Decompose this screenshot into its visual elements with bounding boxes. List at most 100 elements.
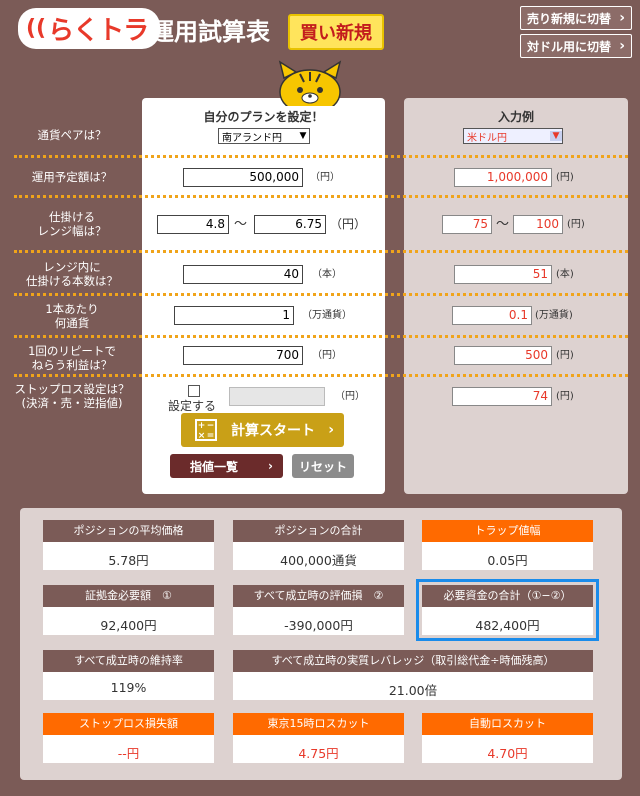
row-divider [14,293,628,296]
stoploss-unit: （円） [335,391,365,402]
result-stoploss-loss: ストップロス損失額 --円 [43,713,214,763]
result-maintenance: すべて成立時の維持率 119% [43,650,214,700]
profit-input[interactable]: 700 [183,346,303,365]
row-divider [14,195,628,198]
result-margin-value: 92,400円 [100,618,157,633]
question-profit-line2: ねらう利益は？ [31,358,113,372]
example-per-order: 0.1 [452,306,532,325]
example-count: 51 [454,265,552,284]
range-unit: （円） [330,217,367,231]
question-stoploss: ストップロス設定は？ (決済・売・逆指値) [8,382,136,410]
mode-badge: 買い新規 [288,14,384,50]
currency-pair-value: 南アランド円 [222,132,282,144]
switch-sell-button[interactable]: 売り新規に切替 › [520,6,632,30]
row-divider [14,335,628,338]
order-list-button[interactable]: 指値一覧 › [170,454,283,478]
chevron-down-icon: ▼ [299,131,307,141]
chevron-down-icon: ▼ [550,131,562,141]
chevron-right-icon: › [268,459,273,473]
row-divider [14,250,628,253]
chevron-right-icon: › [328,422,334,438]
result-tokyo-losscut-value: 4.75円 [298,746,339,761]
order-list-label: 指値一覧 [190,459,239,474]
result-eval-loss-label: すべて成立時の評価損 ② [233,585,404,607]
result-avg-price-value: 5.78円 [108,553,149,568]
question-range-line1: 仕掛ける [49,210,95,224]
example-range-high: 100 [513,215,563,234]
result-trap-width-label: トラップ値幅 [422,520,593,542]
result-leverage-value: 21.00倍 [388,683,438,698]
calculate-start-button[interactable]: + − × = 計算スタート › [181,413,344,447]
profit-unit: （円） [312,350,342,361]
example-profit: 500 [454,346,552,365]
calculate-start-label: 計算スタート [231,423,315,439]
range-high-input[interactable]: 6.75 [254,215,326,234]
rakutora-logo: (( らくトラ [18,7,161,49]
example-currency-pair-select: 米ドル円 ▼ [463,128,563,144]
result-eval-loss-value: -390,000円 [284,618,353,633]
example-currency-pair-value: 米ドル円 [467,132,507,144]
count-unit: （本） [312,269,342,280]
row-divider [14,374,628,377]
example-per-order-unit: (万通貨) [535,310,573,321]
question-currency-pair: 通貨ペアは？ [37,128,107,142]
stoploss-checkbox[interactable] [188,385,200,397]
switch-usd-button[interactable]: 対ドル用に切替 › [520,34,632,58]
example-stoploss: 74 [452,387,552,406]
result-trap-width: トラップ値幅 0.05円 [422,520,593,570]
currency-pair-select[interactable]: 南アランド円 ▼ [218,128,310,144]
reset-button[interactable]: リセット [292,454,354,478]
stoploss-input[interactable] [229,387,325,406]
result-maintenance-value: 119% [110,680,147,695]
count-input[interactable]: 40 [183,265,303,284]
question-profit: 1回のリピートで ねらう利益は？ [8,344,136,372]
question-per-order-line2: 何通貨 [54,316,90,330]
range-low-input[interactable]: 4.8 [157,215,229,234]
result-trap-width-value: 0.05円 [487,553,528,568]
result-leverage: すべて成立時の実質レバレッジ（取引総代金÷時価残高） 21.00倍 [233,650,593,700]
result-tokyo-losscut-label: 東京15時ロスカット [233,713,404,735]
tiger-mascot-icon [278,60,342,106]
result-tokyo-losscut: 東京15時ロスカット 4.75円 [233,713,404,763]
capital-unit: （円） [310,172,340,183]
question-count-line1: レンジ内に [43,260,101,274]
result-margin: 証拠金必要額 ① 92,400円 [43,585,214,635]
page-title: 運用試算表 [150,18,270,46]
example-range-unit: (円) [567,219,585,230]
capital-input[interactable]: 500,000 [183,168,303,187]
result-avg-price: ポジションの平均価格 5.78円 [43,520,214,570]
question-stoploss-line1: ストップロス設定は？ [14,382,130,396]
result-auto-losscut-label: 自動ロスカット [422,713,593,735]
per-order-input[interactable]: 1 [174,306,294,325]
result-stoploss-loss-value: --円 [117,746,140,761]
question-capital: 運用予定額は？ [31,170,113,184]
range-separator: 〜 [234,217,248,232]
switch-sell-label: 売り新規に切替 [527,11,612,26]
result-avg-price-label: ポジションの平均価格 [43,520,214,542]
row-divider [14,155,628,158]
example-range-separator: 〜 [496,217,510,232]
result-auto-losscut-value: 4.70円 [487,746,528,761]
question-profit-line1: 1回のリピートで [28,344,116,358]
switch-usd-label: 対ドル用に切替 [527,39,612,54]
result-eval-loss: すべて成立時の評価損 ② -390,000円 [233,585,404,635]
stoploss-checkbox-label: 設定する [168,399,217,413]
question-count-line2: 仕掛ける本数は？ [26,274,118,288]
example-capital: 1,000,000 [454,168,552,187]
logo-text: らくトラ [48,15,149,46]
question-per-order-line1: 1本あたり [45,302,99,316]
question-stoploss-line2: (決済・売・逆指値) [21,396,123,410]
result-margin-label: 証拠金必要額 ① [43,585,214,607]
example-range-low: 75 [442,215,492,234]
result-auto-losscut: 自動ロスカット 4.70円 [422,713,593,763]
example-heading: 入力例 [497,110,534,124]
question-range-line2: レンジ幅は？ [37,224,107,238]
result-leverage-label: すべて成立時の実質レバレッジ（取引総代金÷時価残高） [233,650,593,672]
question-count: レンジ内に 仕掛ける本数は？ [8,260,136,288]
page: (( らくトラ 運用試算表 買い新規 売り新規に切替 › 対ドル用に切替 › 自… [0,0,640,796]
result-position-total-value: 400,000通貨 [280,553,357,568]
chevron-right-icon: › [619,38,625,54]
question-range: 仕掛ける レンジ幅は？ [8,210,136,238]
example-profit-unit: (円) [556,350,574,361]
example-count-unit: (本) [556,269,574,280]
